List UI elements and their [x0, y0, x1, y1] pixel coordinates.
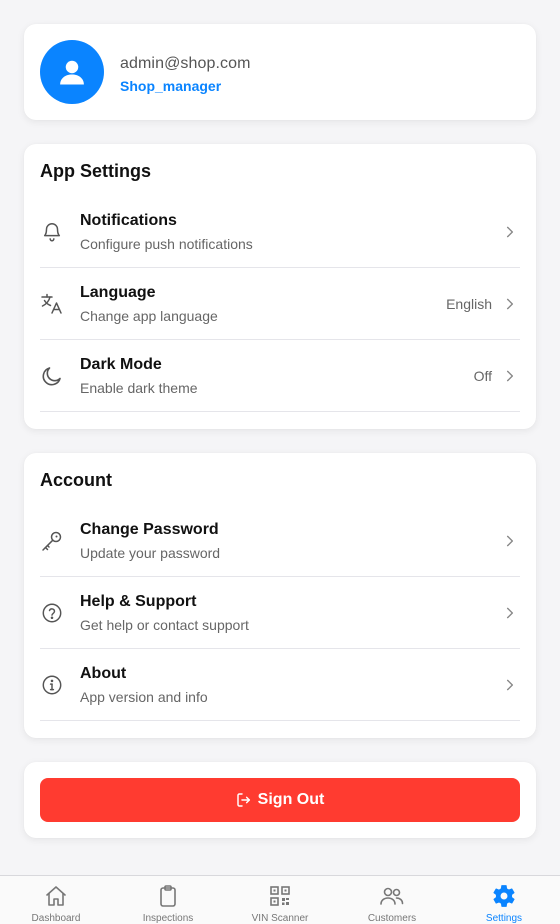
chevron-right-icon: [500, 603, 520, 623]
row-label: Notifications: [80, 212, 177, 229]
row-label: Change Password: [80, 521, 219, 538]
row-subtitle: Enable dark theme: [80, 380, 198, 396]
translate-icon: [40, 292, 64, 316]
chevron-right-icon: [500, 294, 520, 314]
section-title: Account: [40, 470, 112, 490]
chevron-right-icon: [500, 366, 520, 386]
dark-mode-value: Off: [473, 368, 492, 384]
row-subtitle: Configure push notifications: [80, 236, 253, 252]
tab-label: Customers: [367, 913, 417, 924]
sign-out-label: Sign Out: [257, 791, 325, 808]
avatar: [40, 40, 104, 104]
chevron-right-icon: [500, 222, 520, 242]
users-icon: [379, 883, 405, 909]
qr-code-icon: [267, 883, 293, 909]
section-title: App Settings: [40, 161, 151, 181]
sign-out-section: Sign Out: [24, 762, 536, 838]
tab-label: VIN Scanner: [251, 913, 309, 924]
tab-customers[interactable]: Customers: [336, 876, 448, 924]
chevron-right-icon: [500, 531, 520, 551]
gear-icon: [491, 883, 517, 909]
language-value: English: [446, 296, 492, 312]
settings-row-language[interactable]: Language Change app language English: [40, 268, 520, 340]
row-subtitle: Update your password: [80, 545, 221, 561]
tab-dashboard[interactable]: Dashboard: [0, 876, 112, 924]
sign-out-button[interactable]: Sign Out: [40, 778, 520, 822]
bottom-tab-bar: Dashboard Inspections VIN Scanner Custom…: [0, 875, 560, 924]
row-subtitle: Change app language: [80, 308, 218, 324]
profile-role: Shop_manager: [120, 78, 222, 94]
row-label: Help & Support: [80, 593, 197, 610]
account-row-change-password[interactable]: Change Password Update your password: [40, 505, 520, 577]
moon-icon: [40, 364, 64, 388]
profile-card: admin@shop.com Shop_manager: [24, 24, 536, 120]
account-section: Account Change Password Update your pass…: [24, 453, 536, 738]
tab-label: Settings: [485, 913, 523, 924]
row-label: About: [80, 665, 127, 682]
row-label: Dark Mode: [80, 356, 162, 373]
tab-settings[interactable]: Settings: [448, 876, 560, 924]
tab-label: Inspections: [142, 913, 194, 924]
bell-icon: [40, 220, 64, 244]
settings-row-notifications[interactable]: Notifications Configure push notificatio…: [40, 196, 520, 268]
row-subtitle: App version and info: [80, 689, 208, 705]
row-label: Language: [80, 284, 156, 301]
key-icon: [40, 529, 64, 553]
app-settings-section: App Settings Notifications Configure pus…: [24, 144, 536, 429]
tab-inspections[interactable]: Inspections: [112, 876, 224, 924]
row-subtitle: Get help or contact support: [80, 617, 249, 633]
info-circle-icon: [40, 673, 64, 697]
home-icon: [43, 883, 69, 909]
help-circle-icon: [40, 601, 64, 625]
settings-row-dark-mode[interactable]: Dark Mode Enable dark theme Off: [40, 340, 520, 412]
account-row-about[interactable]: About App version and info: [40, 649, 520, 721]
clipboard-icon: [155, 883, 181, 909]
tab-label: Dashboard: [31, 913, 81, 924]
account-row-help-support[interactable]: Help & Support Get help or contact suppo…: [40, 577, 520, 649]
tab-vin-scanner[interactable]: VIN Scanner: [224, 876, 336, 924]
logout-icon: [236, 793, 250, 807]
chevron-right-icon: [500, 675, 520, 695]
profile-email: admin@shop.com: [120, 55, 251, 72]
user-icon: [60, 60, 84, 85]
